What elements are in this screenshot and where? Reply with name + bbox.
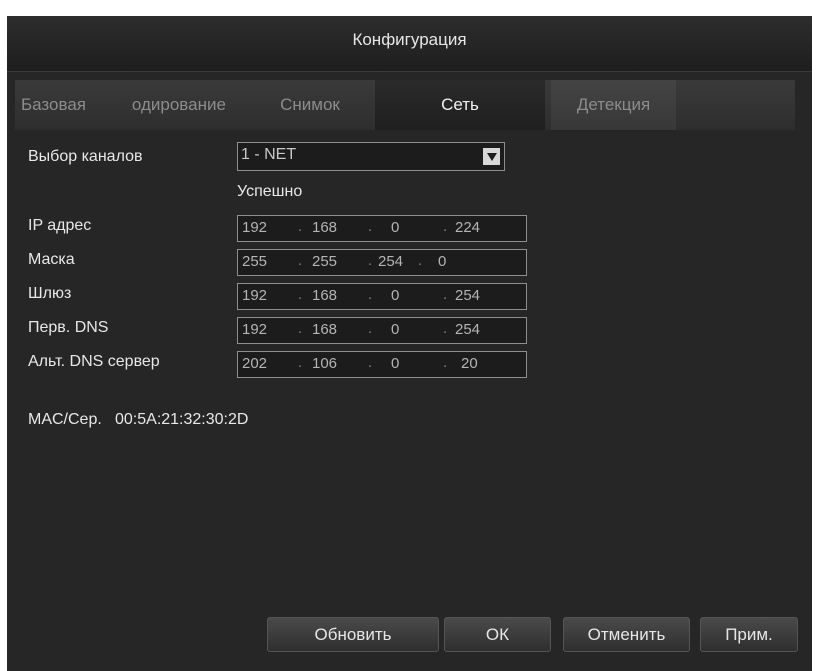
title-bar: Конфигурация bbox=[7, 16, 812, 72]
tab-detection[interactable]: Детекция bbox=[551, 80, 676, 130]
mac-label: MAC/Сер. bbox=[28, 411, 102, 428]
refresh-button[interactable]: Обновить bbox=[267, 617, 439, 652]
mask-octet-4[interactable]: 0 bbox=[438, 253, 446, 270]
octet-separator: . bbox=[298, 354, 303, 371]
mask-octet-1[interactable]: 255 bbox=[242, 253, 267, 270]
dns1-octet-2[interactable]: 168 bbox=[312, 321, 337, 338]
ip-address-field[interactable]: 192 . 168 . 0 . 224 bbox=[237, 215, 527, 242]
channel-select[interactable]: 1 - NET bbox=[237, 142, 505, 171]
octet-separator: . bbox=[443, 218, 448, 235]
ip-octet-1[interactable]: 192 bbox=[242, 219, 267, 236]
dns1-octet-4[interactable]: 254 bbox=[455, 321, 480, 338]
tab-basic[interactable]: Базовая bbox=[21, 80, 117, 130]
primary-dns-field[interactable]: 192 . 168 . 0 . 254 bbox=[237, 317, 527, 344]
gateway-label: Шлюз bbox=[28, 285, 72, 302]
dns2-octet-2[interactable]: 106 bbox=[312, 355, 337, 372]
window-title: Конфигурация bbox=[352, 30, 467, 49]
cancel-button[interactable]: Отменить bbox=[563, 617, 690, 652]
subnet-mask-field[interactable]: 255 . 255 . 254 . 0 bbox=[237, 249, 527, 276]
channel-select-value: 1 - NET bbox=[241, 146, 297, 163]
tab-network[interactable]: Сеть bbox=[375, 80, 545, 130]
dns2-octet-1[interactable]: 202 bbox=[242, 355, 267, 372]
chevron-down-icon[interactable] bbox=[483, 148, 500, 165]
octet-separator: . bbox=[443, 286, 448, 303]
dns1-label: Перв. DNS bbox=[28, 319, 109, 336]
ip-octet-2[interactable]: 168 bbox=[312, 219, 337, 236]
ip-octet-3[interactable]: 0 bbox=[391, 219, 399, 236]
mask-label: Маска bbox=[28, 251, 75, 268]
ip-label: IP адрес bbox=[28, 217, 92, 234]
octet-separator: . bbox=[368, 286, 373, 303]
alternate-dns-field[interactable]: 202 . 106 . 0 . 20 bbox=[237, 351, 527, 378]
tab-snapshot[interactable]: Снимок bbox=[255, 80, 365, 130]
dns2-octet-4[interactable]: 20 bbox=[461, 355, 478, 372]
dns2-octet-3[interactable]: 0 bbox=[391, 355, 399, 372]
octet-separator: . bbox=[443, 320, 448, 337]
octet-separator: . bbox=[298, 252, 303, 269]
gateway-octet-3[interactable]: 0 bbox=[391, 287, 399, 304]
dns2-label: Альт. DNS сервер bbox=[28, 353, 160, 370]
tab-encoding[interactable]: Кодирование bbox=[131, 80, 248, 130]
octet-separator: . bbox=[368, 218, 373, 235]
tab-bar: Базовая Кодирование Снимок Сеть Детекция bbox=[15, 80, 795, 130]
octet-separator: . bbox=[418, 252, 423, 269]
octet-separator: . bbox=[368, 320, 373, 337]
octet-separator: . bbox=[443, 354, 448, 371]
config-dialog: Конфигурация Базовая Кодирование Снимок … bbox=[7, 16, 812, 671]
gateway-field[interactable]: 192 . 168 . 0 . 254 bbox=[237, 283, 527, 310]
ok-button[interactable]: ОК bbox=[444, 617, 551, 652]
dns1-octet-1[interactable]: 192 bbox=[242, 321, 267, 338]
octet-separator: . bbox=[368, 354, 373, 371]
octet-separator: . bbox=[298, 320, 303, 337]
apply-button[interactable]: Прим. bbox=[700, 617, 798, 652]
status-text: Успешно bbox=[237, 183, 303, 200]
gateway-octet-2[interactable]: 168 bbox=[312, 287, 337, 304]
gateway-octet-4[interactable]: 254 bbox=[455, 287, 480, 304]
channel-label: Выбор каналов bbox=[28, 148, 143, 165]
mac-value: 00:5A:21:32:30:2D bbox=[115, 411, 249, 428]
octet-separator: . bbox=[298, 218, 303, 235]
octet-separator: . bbox=[368, 252, 373, 269]
octet-separator: . bbox=[298, 286, 303, 303]
mask-octet-3[interactable]: 254 bbox=[378, 253, 403, 270]
ip-octet-4[interactable]: 224 bbox=[455, 219, 480, 236]
mask-octet-2[interactable]: 255 bbox=[312, 253, 337, 270]
gateway-octet-1[interactable]: 192 bbox=[242, 287, 267, 304]
dns1-octet-3[interactable]: 0 bbox=[391, 321, 399, 338]
